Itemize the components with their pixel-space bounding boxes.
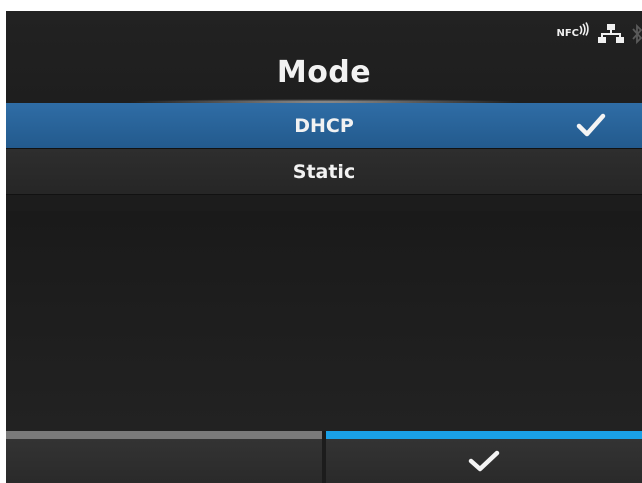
header: NFC Mode (6, 11, 642, 105)
option-list: DHCP Static (6, 103, 642, 195)
option-dhcp[interactable]: DHCP (6, 103, 642, 149)
softkey-left-indicator (6, 431, 322, 439)
option-static[interactable]: Static (6, 149, 642, 195)
page-title: Mode (276, 55, 372, 90)
list-empty-area (6, 211, 642, 431)
softkey-left[interactable] (6, 431, 322, 483)
option-label: DHCP (294, 114, 354, 137)
nfc-label: NFC (556, 28, 579, 39)
confirm-button[interactable] (326, 431, 642, 483)
option-label: Static (292, 160, 356, 183)
check-icon (468, 450, 500, 472)
softkey-bar (6, 431, 642, 483)
softkey-right-indicator (326, 431, 642, 439)
status-bar: NFC (556, 19, 642, 49)
printer-display: NFC Mode DHCP Static (6, 11, 642, 483)
nfc-icon: NFC (556, 22, 590, 46)
bluetooth-icon (632, 23, 642, 45)
network-icon (598, 24, 624, 43)
checkmark-icon (576, 113, 606, 137)
